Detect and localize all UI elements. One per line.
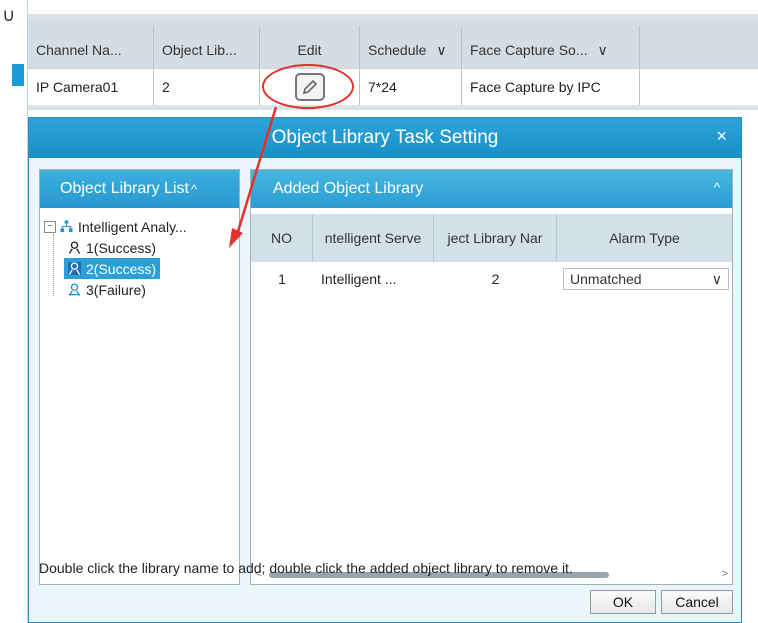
tree-item-label-wrap: 2(Success) xyxy=(64,258,161,279)
object-library-list-panel: Object Library List ^ − Intelligent Analy… xyxy=(39,169,240,585)
person-failure-icon xyxy=(68,283,81,296)
added-library-grid-header: NO ntelligent Serve ject Library Nar Ala… xyxy=(251,214,732,262)
added-object-library-header[interactable]: Added Object Library ^ xyxy=(251,170,732,208)
tree-item-label: 3(Failure) xyxy=(86,281,146,298)
server-icon xyxy=(60,220,73,233)
ok-button[interactable]: OK xyxy=(590,590,656,614)
col-object-library-name[interactable]: ject Library Nar xyxy=(434,214,557,262)
dialog-title: Object Library Task Setting xyxy=(29,118,741,158)
scroll-right-icon[interactable]: > xyxy=(722,568,728,580)
panel-title: Added Object Library xyxy=(273,180,424,197)
col-alarm-type[interactable]: Alarm Type xyxy=(557,214,732,262)
col-schedule[interactable]: Schedule ∨ xyxy=(360,26,462,74)
cell-alarm-type: Unmatched ∨ xyxy=(557,264,732,294)
person-icon xyxy=(68,241,81,254)
cell-face-capture: Face Capture by IPC xyxy=(462,69,640,105)
cell-channel: IP Camera01 xyxy=(28,69,154,105)
tree-item-library-1[interactable]: 1(Success) xyxy=(44,237,239,258)
chevron-down-icon[interactable]: ∨ xyxy=(436,42,446,59)
cell-object-lib: 2 xyxy=(154,69,260,105)
cell-library: 2 xyxy=(491,271,500,287)
added-object-library-panel: Added Object Library ^ NO ntelligent Ser… xyxy=(250,169,733,585)
col-spacer xyxy=(640,26,758,74)
cell-spacer xyxy=(640,69,758,105)
col-schedule-label: Schedule xyxy=(368,42,427,58)
object-library-list-header[interactable]: Object Library List ^ xyxy=(40,170,239,208)
chevron-down-icon[interactable]: ∨ xyxy=(598,42,608,59)
left-sidebar: ∪ xyxy=(0,0,28,623)
table-row[interactable]: 1 Intelligent ... 2 Unmatched ∨ xyxy=(251,264,732,294)
alarm-type-value: Unmatched xyxy=(570,271,642,287)
col-object-library[interactable]: Object Lib... xyxy=(154,26,260,74)
tree-connector xyxy=(53,234,54,296)
object-library-task-dialog: Object Library Task Setting × Object Lib… xyxy=(28,117,742,623)
library-tree: − Intelligent Analy... 1(Success) 2(Succ… xyxy=(44,216,239,300)
sidebar-tab-marker[interactable] xyxy=(12,64,24,86)
instruction-text: Double click the library name to add; do… xyxy=(39,560,573,576)
tree-item-library-3[interactable]: 3(Failure) xyxy=(44,279,239,300)
collapse-icon[interactable]: ^ xyxy=(714,180,720,195)
collapse-toggle-icon[interactable]: − xyxy=(44,220,56,233)
collapse-icon[interactable]: ^ xyxy=(191,182,197,197)
cancel-button[interactable]: Cancel xyxy=(661,590,733,614)
channel-table: Channel Na... Object Lib... Edit Schedul… xyxy=(28,14,758,110)
tree-item-label-wrap: 3(Failure) xyxy=(64,279,150,300)
close-icon[interactable]: × xyxy=(716,126,727,147)
tree-root-label: Intelligent Analy... xyxy=(78,218,187,235)
table-row[interactable]: IP Camera01 2 7*24 Face Capture by IPC xyxy=(28,68,758,105)
tree-item-library-2[interactable]: 2(Success) xyxy=(44,258,239,279)
tree-item-label: 2(Success) xyxy=(86,260,157,277)
tree-item-label: 1(Success) xyxy=(86,239,157,256)
cell-server: Intelligent ... xyxy=(321,271,397,287)
cell-schedule: 7*24 xyxy=(360,69,462,105)
tree-root[interactable]: − Intelligent Analy... xyxy=(44,216,239,237)
person-icon xyxy=(68,262,81,275)
chevron-down-icon: ∨ xyxy=(711,270,722,287)
col-intelligent-server[interactable]: ntelligent Serve xyxy=(313,214,434,262)
col-channel-name[interactable]: Channel Na... xyxy=(28,26,154,74)
cell-no: 1 xyxy=(278,271,286,287)
tree-item-label-wrap: 1(Success) xyxy=(64,237,160,258)
annotation-circle xyxy=(262,64,354,109)
search-icon[interactable]: ∪ xyxy=(2,6,15,24)
panel-title: Object Library List xyxy=(60,180,189,197)
col-no[interactable]: NO xyxy=(251,214,313,262)
alarm-type-select[interactable]: Unmatched ∨ xyxy=(563,268,729,290)
col-face-capture[interactable]: Face Capture So... ∨ xyxy=(462,26,640,74)
col-face-capture-label: Face Capture So... xyxy=(470,42,588,58)
